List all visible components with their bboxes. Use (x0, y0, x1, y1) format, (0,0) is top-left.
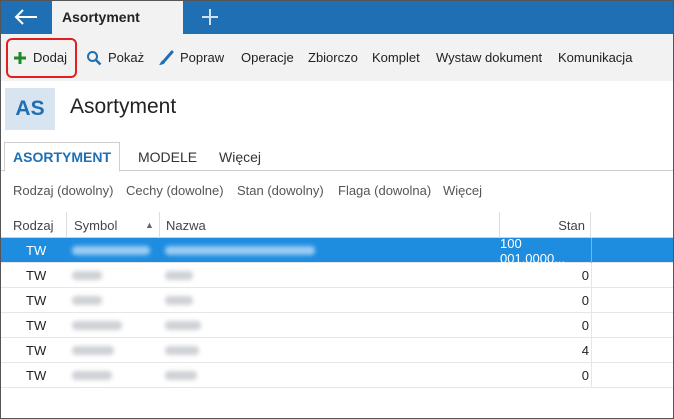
cell-rodzaj: TW (26, 343, 47, 358)
cell-rodzaj: TW (26, 318, 47, 333)
filter-flag[interactable]: Flaga (dowolna) (338, 183, 431, 198)
table-row[interactable]: TW 100 001,0000... (0, 235, 674, 266)
tab-asortyment[interactable]: Asortyment (52, 0, 183, 34)
col-header-stan[interactable]: Stan (500, 212, 591, 238)
plus-icon (13, 51, 27, 65)
col-label: Symbol (74, 217, 118, 233)
redacted-name (165, 271, 193, 280)
column-divider (591, 363, 592, 388)
redacted-name (165, 371, 197, 380)
cell-stan: 0 (581, 318, 589, 333)
cell-stan: 0 (581, 293, 589, 308)
arrow-left-icon (14, 9, 37, 25)
redacted-name (165, 296, 193, 305)
redacted-name (165, 321, 201, 330)
table-row[interactable]: TW 0 (0, 288, 674, 313)
filter-stock[interactable]: Stan (dowolny) (237, 183, 324, 198)
filter-features[interactable]: Cechy (dowolne) (126, 183, 224, 198)
brush-icon (158, 50, 174, 66)
tab-label: MODELE (138, 148, 198, 165)
cell-stan: 0 (581, 368, 589, 383)
show-label: Pokaż (108, 50, 145, 65)
communication-label: Komunikacja (558, 50, 633, 65)
page-title: Asortyment (70, 95, 177, 118)
plus-icon (202, 9, 218, 25)
tab-label: Więcej (219, 148, 262, 165)
redacted-name (165, 346, 199, 355)
filter-more[interactable]: Więcej (443, 183, 482, 198)
filter-type[interactable]: Rodzaj (dowolny) (13, 183, 113, 198)
cell-rodzaj: TW (26, 293, 47, 308)
add-button[interactable]: Dodaj (13, 34, 67, 81)
kit-menu[interactable]: Komplet (372, 34, 420, 81)
cell-rodzaj: TW (26, 368, 47, 383)
add-label: Dodaj (33, 50, 67, 65)
title-bar: Asortyment (0, 0, 674, 34)
col-header-nazwa[interactable]: Nazwa (160, 212, 500, 238)
column-divider (591, 238, 592, 263)
cell-stan: 100 001,0000... (500, 235, 566, 266)
col-header-symbol[interactable]: Symbol ▲ (67, 212, 160, 238)
grid-header: Rodzaj Symbol ▲ Nazwa Stan (0, 212, 674, 238)
show-button[interactable]: Pokaż (86, 34, 144, 81)
cell-stan: 4 (581, 343, 589, 358)
communication-menu[interactable]: Komunikacja (558, 34, 632, 81)
table-row[interactable]: TW 0 (0, 363, 674, 388)
redacted-symbol (72, 246, 150, 255)
col-header-rodzaj[interactable]: Rodzaj (0, 212, 67, 238)
table-row[interactable]: TW 4 (0, 338, 674, 363)
issue-document-menu[interactable]: Wystaw dokument (436, 34, 542, 81)
filter-bar: Rodzaj (dowolny) Cechy (dowolne) Stan (d… (0, 172, 674, 209)
module-badge: AS (5, 88, 55, 130)
tab-asortyment-list[interactable]: ASORTYMENT (4, 142, 120, 172)
table-row[interactable]: TW 0 (0, 313, 674, 338)
bulk-label: Zbiorczo (308, 50, 358, 65)
toolbar: Dodaj Pokaż Popraw Operacje Zbiorczo Kom… (0, 34, 674, 81)
redacted-symbol (72, 346, 114, 355)
cell-rodzaj: TW (26, 268, 47, 283)
tab-models[interactable]: MODELE (138, 142, 197, 171)
redacted-symbol (72, 296, 102, 305)
subtab-bar: ASORTYMENT MODELE Więcej (0, 142, 674, 172)
redacted-symbol (72, 271, 102, 280)
redacted-symbol (72, 321, 122, 330)
column-divider (591, 313, 592, 338)
edit-button[interactable]: Popraw (158, 34, 224, 81)
bulk-menu[interactable]: Zbiorczo (308, 34, 358, 81)
redacted-name (165, 246, 315, 255)
sort-ascending-icon: ▲ (145, 220, 154, 230)
column-divider (591, 338, 592, 363)
operations-label: Operacje (241, 50, 294, 65)
issue-document-label: Wystaw dokument (436, 50, 543, 65)
column-divider (591, 263, 592, 288)
tab-more[interactable]: Więcej (219, 142, 261, 171)
col-label: Stan (558, 217, 585, 233)
table-row[interactable]: TW 0 (0, 263, 674, 288)
items-grid: Rodzaj Symbol ▲ Nazwa Stan TW 100 001,00… (0, 212, 674, 388)
new-tab-button[interactable] (197, 4, 223, 30)
search-icon (86, 50, 102, 66)
tab-label: ASORTYMENT (13, 149, 111, 165)
column-divider (591, 288, 592, 313)
cell-stan: 0 (581, 268, 589, 283)
kit-label: Komplet (372, 50, 420, 65)
cell-rodzaj: TW (26, 243, 47, 258)
col-label: Nazwa (166, 217, 206, 233)
redacted-symbol (72, 371, 112, 380)
tab-label: Asortyment (62, 9, 140, 25)
edit-label: Popraw (180, 50, 225, 65)
back-button[interactable] (0, 0, 52, 34)
operations-menu[interactable]: Operacje (241, 34, 294, 81)
col-label: Rodzaj (13, 217, 54, 233)
